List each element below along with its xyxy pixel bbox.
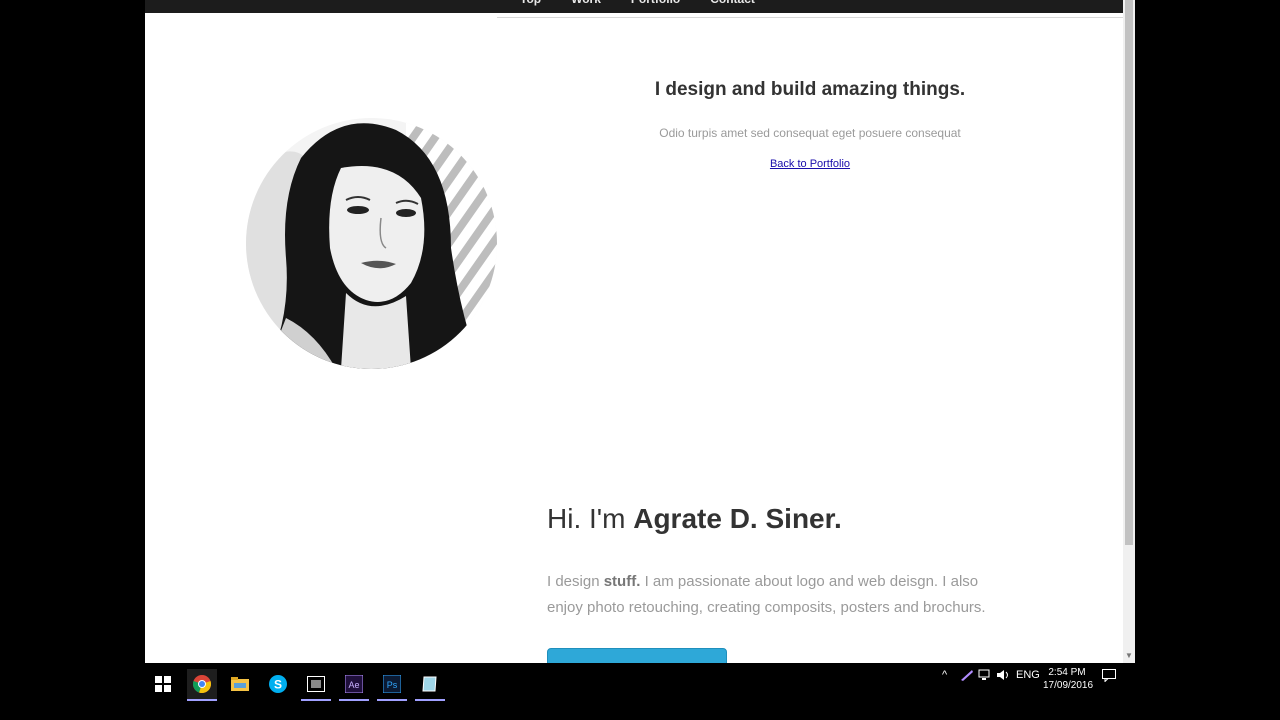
file-explorer-icon	[231, 677, 249, 691]
clock-time: 2:54 PM	[1048, 667, 1086, 678]
nav-item-top[interactable]: Top	[520, 0, 541, 8]
start-button[interactable]	[148, 669, 178, 699]
banner-subtitle: Odio turpis amet sed consequat eget posu…	[659, 126, 961, 140]
about-text-bold: stuff.	[603, 573, 641, 590]
taskbar-clock[interactable]: 2:54 PM 17/09/2016	[1043, 666, 1094, 692]
notifications-icon[interactable]	[1102, 669, 1116, 682]
top-nav-bar: Top Work Portfolio Contact	[145, 0, 1123, 13]
nav-item-work[interactable]: Work	[571, 0, 601, 8]
taskbar-after-effects[interactable]: Ae	[339, 669, 369, 701]
language-indicator[interactable]: ENG	[1016, 669, 1040, 681]
taskbar-media-app[interactable]	[301, 669, 331, 701]
divider	[497, 17, 1123, 18]
clock-date: 17/09/2016	[1043, 680, 1094, 691]
taskbar-notes-app[interactable]	[415, 669, 445, 701]
notes-app-icon	[422, 676, 437, 692]
nav-item-portfolio[interactable]: Portfolio	[631, 0, 680, 8]
svg-text:Ae: Ae	[348, 680, 359, 690]
profile-photo	[246, 118, 497, 369]
pen-icon[interactable]	[960, 669, 974, 681]
cta-button[interactable]	[547, 648, 727, 663]
intro-name: Agrate D. Siner.	[633, 503, 842, 534]
about-paragraph: I design stuff. I am passionate about lo…	[547, 569, 1017, 621]
active-indicator	[187, 699, 217, 701]
skype-icon: S	[269, 675, 287, 693]
banner-title: I design and build amazing things.	[654, 79, 966, 100]
chrome-icon	[193, 675, 211, 693]
nav-item-contact[interactable]: Contact	[710, 0, 755, 8]
taskbar-skype[interactable]: S	[263, 669, 293, 699]
intro-greeting: Hi. I'm	[547, 503, 626, 534]
back-to-portfolio-link[interactable]: Back to Portfolio	[770, 158, 850, 170]
intro-heading: Hi. I'm Agrate D. Siner.	[547, 503, 842, 535]
svg-text:S: S	[274, 678, 282, 692]
photoshop-icon: Ps	[383, 675, 401, 693]
back-link-container: Back to Portfolio	[545, 158, 1075, 170]
webpage: Top Work Portfolio Contact	[145, 0, 1123, 663]
scrollbar-thumb[interactable]	[1125, 0, 1133, 545]
taskbar-file-explorer[interactable]	[225, 669, 255, 699]
scroll-down-arrow-icon[interactable]: ▼	[1125, 651, 1133, 661]
volume-icon[interactable]	[996, 669, 1010, 681]
tray-overflow-chevron-icon[interactable]: ^	[942, 669, 947, 681]
after-effects-icon: Ae	[345, 675, 363, 693]
running-indicator	[301, 699, 331, 701]
network-icon[interactable]	[978, 669, 992, 681]
start-icon	[155, 676, 171, 692]
running-indicator	[339, 699, 369, 701]
media-app-icon	[307, 676, 325, 692]
running-indicator	[415, 699, 445, 701]
svg-text:Ps: Ps	[387, 680, 398, 690]
taskbar-photoshop[interactable]: Ps	[377, 669, 407, 701]
running-indicator	[377, 699, 407, 701]
nav-links: Top Work Portfolio Contact	[520, 0, 755, 8]
about-text-start: I design	[547, 573, 600, 590]
taskbar-chrome[interactable]	[187, 669, 217, 701]
vertical-scrollbar[interactable]: ▼	[1123, 0, 1135, 663]
